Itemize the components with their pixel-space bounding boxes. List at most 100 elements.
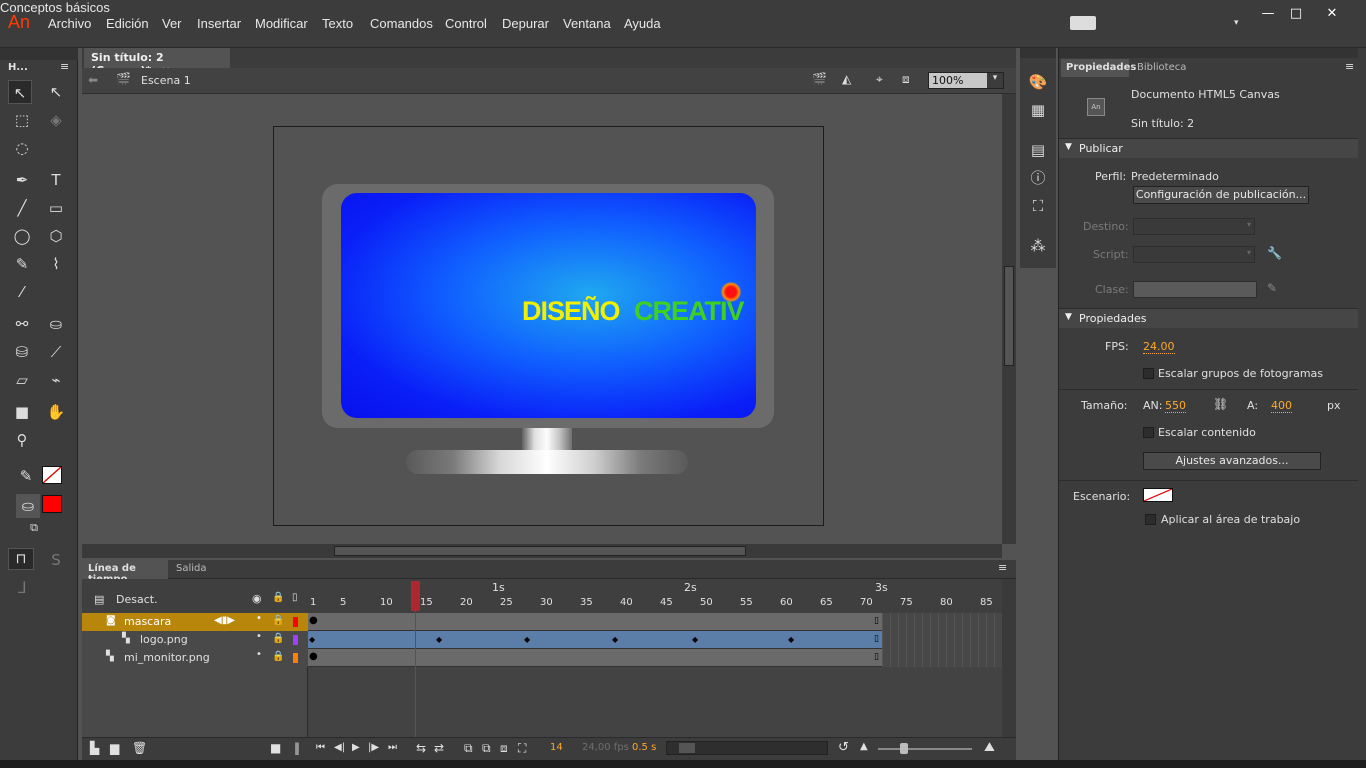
layer-row-logo[interactable]: ▚ logo.png • 🔒 bbox=[82, 631, 308, 649]
layer-color-swatch[interactable] bbox=[293, 617, 298, 627]
new-layer-icon[interactable]: ▙ bbox=[90, 741, 99, 755]
snap-to-objects-icon[interactable]: ⊓ bbox=[8, 548, 34, 570]
keyframe-icon[interactable]: ● bbox=[309, 651, 318, 662]
panel-menu-icon[interactable]: ≡ bbox=[60, 60, 69, 73]
keyframe-icon[interactable]: ◆ bbox=[692, 635, 698, 644]
prev-frame-icon[interactable]: ◀| bbox=[334, 742, 345, 753]
visible-dot-icon[interactable]: • bbox=[256, 613, 262, 624]
zoom-tool-icon[interactable]: ⚲ bbox=[10, 428, 34, 452]
layer-color-swatch[interactable] bbox=[293, 653, 298, 663]
minimize-button[interactable]: — bbox=[1256, 6, 1280, 22]
layer-name[interactable]: logo.png bbox=[140, 633, 188, 646]
zoom-select[interactable]: 100% ▾ bbox=[928, 72, 1004, 89]
components-panel-icon[interactable]: ⁂ bbox=[1026, 234, 1050, 258]
edit-symbols-icon[interactable]: ◭ bbox=[842, 72, 851, 86]
current-frame-value[interactable]: 14 bbox=[550, 742, 563, 753]
3d-rotation-tool-icon[interactable]: ◈ bbox=[44, 108, 68, 132]
hand-tool-icon[interactable]: ✋ bbox=[44, 400, 68, 424]
lock-all-icon[interactable]: 🔒 bbox=[272, 592, 284, 603]
modify-markers-icon[interactable]: ⛶ bbox=[518, 741, 526, 756]
width-tool-icon[interactable]: ⌁ bbox=[44, 368, 68, 392]
timeline-horizontal-scrollbar[interactable] bbox=[666, 741, 828, 755]
center-stage-icon[interactable]: ⌖ bbox=[876, 72, 883, 87]
target-select[interactable]: ▾ bbox=[1133, 218, 1255, 235]
wrench-icon[interactable]: 🔧 bbox=[1267, 246, 1282, 260]
keyframe-icon[interactable]: ◆ bbox=[309, 635, 315, 644]
fps-input[interactable]: 24.00 bbox=[1143, 340, 1175, 354]
keyframe-icon[interactable]: ◆ bbox=[524, 635, 530, 644]
first-frame-icon[interactable]: ⏮ bbox=[316, 742, 325, 753]
tab-timeline[interactable]: Línea de tiempo bbox=[82, 560, 168, 585]
keyframe-icon[interactable]: ◆ bbox=[436, 635, 442, 644]
layer-nav-icon[interactable]: ◀▮▶ bbox=[214, 615, 235, 626]
maximize-button[interactable]: □ bbox=[1284, 6, 1308, 22]
keyframe-icon[interactable]: ● bbox=[309, 615, 318, 626]
frames-row-logo[interactable]: ◆ ◆ ◆ ◆ ◆ ◆ ▯ bbox=[308, 631, 882, 649]
layer-name[interactable]: mascara bbox=[124, 615, 171, 628]
lock-icon[interactable]: 🔒 bbox=[272, 633, 284, 644]
menu-ayuda[interactable]: Ayuda bbox=[624, 16, 661, 31]
layer-row-mascara[interactable]: ◙ mascara ◀▮▶ • 🔒 bbox=[82, 613, 308, 631]
brush-tool-icon[interactable]: ⌇ bbox=[44, 252, 68, 276]
stroke-color-swatch[interactable] bbox=[42, 466, 62, 484]
last-frame-icon[interactable]: ⏭ bbox=[388, 742, 397, 753]
visible-dot-icon[interactable]: • bbox=[256, 649, 262, 660]
color-panel-icon[interactable]: 🎨 bbox=[1026, 70, 1050, 94]
zoom-out-icon[interactable]: ▲ bbox=[860, 741, 868, 752]
loop-icon[interactable]: ⇆ bbox=[416, 741, 426, 755]
text-tool-icon[interactable]: T bbox=[44, 168, 68, 192]
publish-section-header[interactable]: ▼ Publicar bbox=[1059, 138, 1359, 158]
layer-depth-icon[interactable]: ‖ bbox=[294, 741, 300, 755]
scale-spans-checkbox[interactable] bbox=[1143, 368, 1154, 379]
stage-vertical-scrollbar[interactable] bbox=[1002, 94, 1016, 544]
transform-panel-icon[interactable]: ⛶ bbox=[1026, 194, 1050, 218]
publish-settings-button[interactable]: Configuración de publicación... bbox=[1133, 186, 1309, 204]
new-folder-icon[interactable]: ▆ bbox=[110, 741, 119, 755]
timeline-zoom-slider[interactable] bbox=[878, 743, 972, 754]
timeline-menu-icon[interactable]: ≡ bbox=[998, 561, 1007, 574]
height-input[interactable]: 400 bbox=[1271, 399, 1292, 413]
delete-layer-icon[interactable]: 🗑 bbox=[132, 741, 147, 755]
clip-content-icon[interactable]: ⧈ bbox=[902, 72, 910, 87]
paint-brush-tool-icon[interactable]: ⁄ bbox=[10, 280, 34, 304]
outline-all-icon[interactable]: ▯ bbox=[292, 592, 298, 603]
eyedropper-tool-icon[interactable]: ⟋ bbox=[44, 340, 68, 364]
play-icon[interactable]: ▶ bbox=[352, 742, 360, 753]
menu-ver[interactable]: Ver bbox=[162, 16, 182, 31]
zoom-dropdown-icon[interactable]: ▾ bbox=[987, 73, 1003, 88]
width-input[interactable]: 550 bbox=[1165, 399, 1186, 413]
class-input[interactable] bbox=[1133, 281, 1257, 298]
visible-dot-icon[interactable]: • bbox=[256, 631, 262, 642]
camera-tool-icon[interactable]: ■ bbox=[10, 400, 34, 424]
apply-workarea-checkbox[interactable] bbox=[1145, 514, 1156, 525]
onion-skin-icon[interactable]: ⧉ bbox=[464, 741, 473, 756]
selection-tool-icon[interactable]: ↖ bbox=[8, 80, 32, 104]
next-frame-icon[interactable]: |▶ bbox=[368, 742, 379, 753]
logo-text-part1[interactable]: DISEÑO bbox=[522, 296, 621, 327]
menu-modificar[interactable]: Modificar bbox=[255, 16, 308, 31]
eraser-tool-icon[interactable]: ▱ bbox=[10, 368, 34, 392]
menu-texto[interactable]: Texto bbox=[322, 16, 353, 31]
script-select[interactable]: ▾ bbox=[1133, 246, 1255, 263]
timeline-vertical-scrollbar[interactable] bbox=[1002, 579, 1016, 737]
edit-class-icon[interactable]: ✎ bbox=[1267, 281, 1277, 295]
info-panel-icon[interactable]: ⓘ bbox=[1026, 166, 1050, 190]
align-panel-icon[interactable]: ▤ bbox=[1026, 138, 1050, 162]
line-tool-icon[interactable]: ╱ bbox=[10, 196, 34, 220]
straighten-icon[interactable]: ᒧ bbox=[10, 576, 34, 600]
smooth-icon[interactable]: S bbox=[44, 548, 68, 572]
zoom-in-icon[interactable]: ⛰ bbox=[984, 740, 995, 755]
polystar-tool-icon[interactable]: ⬡ bbox=[44, 224, 68, 248]
document-tab[interactable]: Sin título: 2 (Canvas)* × bbox=[84, 48, 230, 77]
layer-color-swatch[interactable] bbox=[293, 635, 298, 645]
strip-collapse-bar[interactable] bbox=[1020, 48, 1056, 58]
panel-collapse-bar[interactable] bbox=[0, 48, 78, 60]
tab-output[interactable]: Salida bbox=[176, 563, 207, 574]
swatches-panel-icon[interactable]: ▦ bbox=[1026, 98, 1050, 122]
menu-insertar[interactable]: Insertar bbox=[197, 16, 241, 31]
layer-row-monitor[interactable]: ▚ mi_monitor.png • 🔒 bbox=[82, 649, 308, 667]
pencil-tool-icon[interactable]: ✎ bbox=[10, 252, 34, 276]
bone-tool-icon[interactable]: ⚯ bbox=[10, 312, 34, 336]
advanced-settings-button[interactable]: Ajustes avanzados... bbox=[1143, 452, 1321, 470]
elapsed-time-value[interactable]: 0.5 s bbox=[632, 742, 656, 753]
